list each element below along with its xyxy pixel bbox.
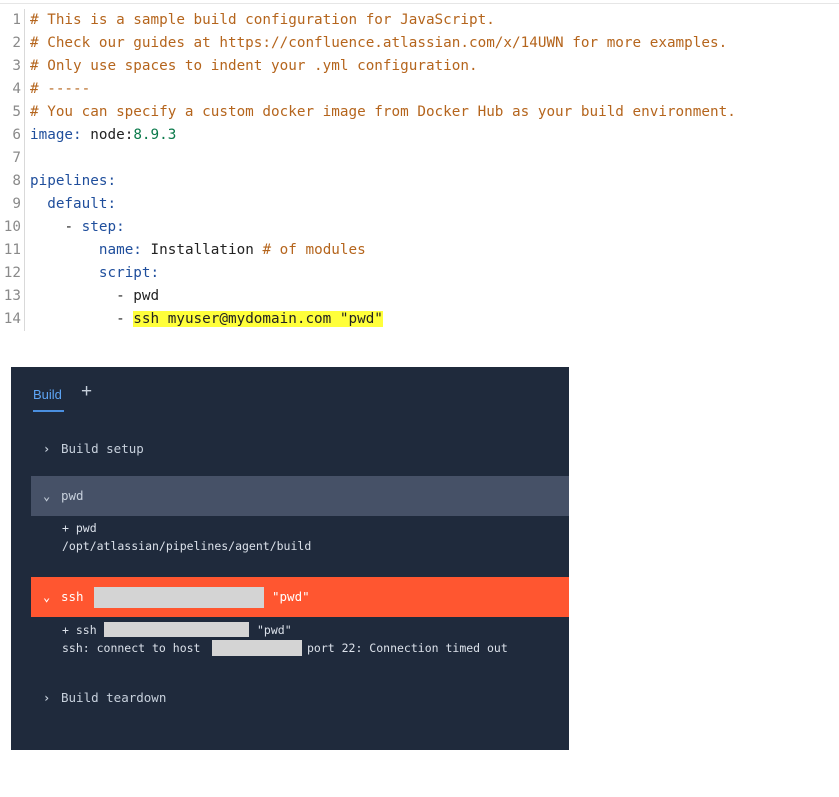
log-line: + pwd	[62, 521, 97, 535]
code-line: 5 # You can specify a custom docker image…	[0, 101, 839, 124]
chevron-right-icon: ›	[43, 442, 51, 456]
line-number: 7	[12, 150, 21, 166]
comment-text: # Only use spaces to indent your .yml co…	[30, 58, 478, 74]
yaml-number: 8.9.3	[133, 127, 177, 143]
line-number: 4	[12, 81, 21, 97]
code-line: 10 - step:	[0, 216, 839, 239]
gutter-divider	[24, 55, 25, 78]
code-line: 2 # Check our guides at https://confluenc…	[0, 32, 839, 55]
yaml-key: step:	[81, 219, 125, 235]
step-build-setup[interactable]: › Build setup	[31, 429, 569, 469]
code-line: 11 name: Installation # of modules	[0, 239, 839, 262]
redacted-host	[94, 587, 264, 608]
log-line: ssh: connect to host	[62, 641, 201, 655]
code-line: 4 # -----	[0, 78, 839, 101]
log-line: + ssh	[62, 623, 97, 637]
comment-text: # -----	[30, 81, 91, 97]
comment-text: # You can specify a custom docker image …	[30, 104, 736, 120]
redacted-host	[212, 640, 302, 656]
step-label: pwd	[61, 488, 84, 503]
gutter-divider	[24, 147, 25, 170]
pipeline-log-panel: Build + › Build setup ⌄ pwd + pwd /opt/a…	[11, 367, 569, 750]
log-line: port 22: Connection timed out	[307, 641, 508, 655]
gutter-divider	[24, 32, 25, 55]
line-number: 3	[12, 58, 21, 74]
code-line: 14 - ssh myuser@mydomain.com "pwd"	[0, 308, 839, 331]
comment-text: # of modules	[262, 242, 366, 258]
comment-text: # Check our guides at https://confluence…	[30, 35, 728, 51]
line-number: 10	[3, 219, 21, 235]
gutter-divider	[24, 124, 25, 147]
top-divider	[0, 3, 839, 4]
yaml-dash: -	[116, 288, 134, 304]
yaml-key: script:	[98, 265, 160, 281]
gutter-divider	[24, 239, 25, 262]
code-line: 8 pipelines:	[0, 170, 839, 193]
line-number: 2	[12, 35, 21, 51]
gutter-divider	[24, 262, 25, 285]
step-label: Build setup	[61, 441, 144, 456]
log-line: "pwd"	[257, 623, 292, 637]
line-number: 6	[12, 127, 21, 143]
yaml-value: node:	[90, 127, 134, 143]
line-number: 11	[3, 242, 21, 258]
code-line: 9 default:	[0, 193, 839, 216]
log-line: /opt/atlassian/pipelines/agent/build	[62, 539, 312, 553]
gutter-divider	[24, 308, 25, 331]
gutter-divider	[24, 9, 25, 32]
highlighted-ssh-command: ssh myuser@mydomain.com "pwd"	[133, 311, 383, 327]
code-line: 13 - pwd	[0, 285, 839, 308]
code-line: 7	[0, 147, 839, 170]
step-pwd[interactable]: ⌄ pwd	[31, 476, 569, 516]
code-line: 1 # This is a sample build configuration …	[0, 9, 839, 32]
gutter-divider	[24, 170, 25, 193]
tab-build[interactable]: Build	[33, 387, 62, 402]
code-line: 3 # Only use spaces to indent your .yml c…	[0, 55, 839, 78]
gutter-divider	[24, 216, 25, 239]
yaml-value: pwd	[133, 288, 160, 304]
step-label: Build teardown	[61, 690, 167, 705]
redacted-host	[104, 622, 249, 637]
code-line: 12 script:	[0, 262, 839, 285]
comment-text: # This is a sample build configuration f…	[30, 12, 495, 28]
gutter-divider	[24, 101, 25, 124]
chevron-down-icon: ⌄	[43, 489, 51, 503]
step-ssh-failed[interactable]: ⌄ ssh "pwd"	[31, 577, 569, 617]
line-number: 8	[12, 173, 21, 189]
step-label: ssh	[61, 589, 84, 604]
yaml-key: image:	[30, 127, 82, 143]
line-number: 14	[3, 311, 21, 327]
chevron-right-icon: ›	[43, 691, 51, 705]
yaml-key: pipelines:	[30, 173, 117, 189]
yaml-dash: -	[116, 311, 134, 327]
yaml-dash: -	[64, 219, 82, 235]
line-number: 1	[12, 12, 21, 28]
step-label-suffix: "pwd"	[272, 589, 310, 604]
line-number: 13	[3, 288, 21, 304]
yaml-editor[interactable]: 1 # This is a sample build configuration …	[0, 9, 839, 331]
line-number: 12	[3, 265, 21, 281]
gutter-divider	[24, 285, 25, 308]
code-line: 6 image: node:8.9.3	[0, 124, 839, 147]
step-build-teardown[interactable]: › Build teardown	[31, 678, 569, 718]
yaml-key: name:	[98, 242, 142, 258]
line-number: 5	[12, 104, 21, 120]
gutter-divider	[24, 78, 25, 101]
yaml-key: default:	[47, 196, 117, 212]
tab-active-indicator	[33, 410, 64, 412]
add-tab-icon[interactable]: +	[81, 381, 92, 403]
yaml-value: Installation	[150, 242, 263, 258]
chevron-down-icon: ⌄	[43, 590, 51, 604]
gutter-divider	[24, 193, 25, 216]
line-number: 9	[12, 196, 21, 212]
